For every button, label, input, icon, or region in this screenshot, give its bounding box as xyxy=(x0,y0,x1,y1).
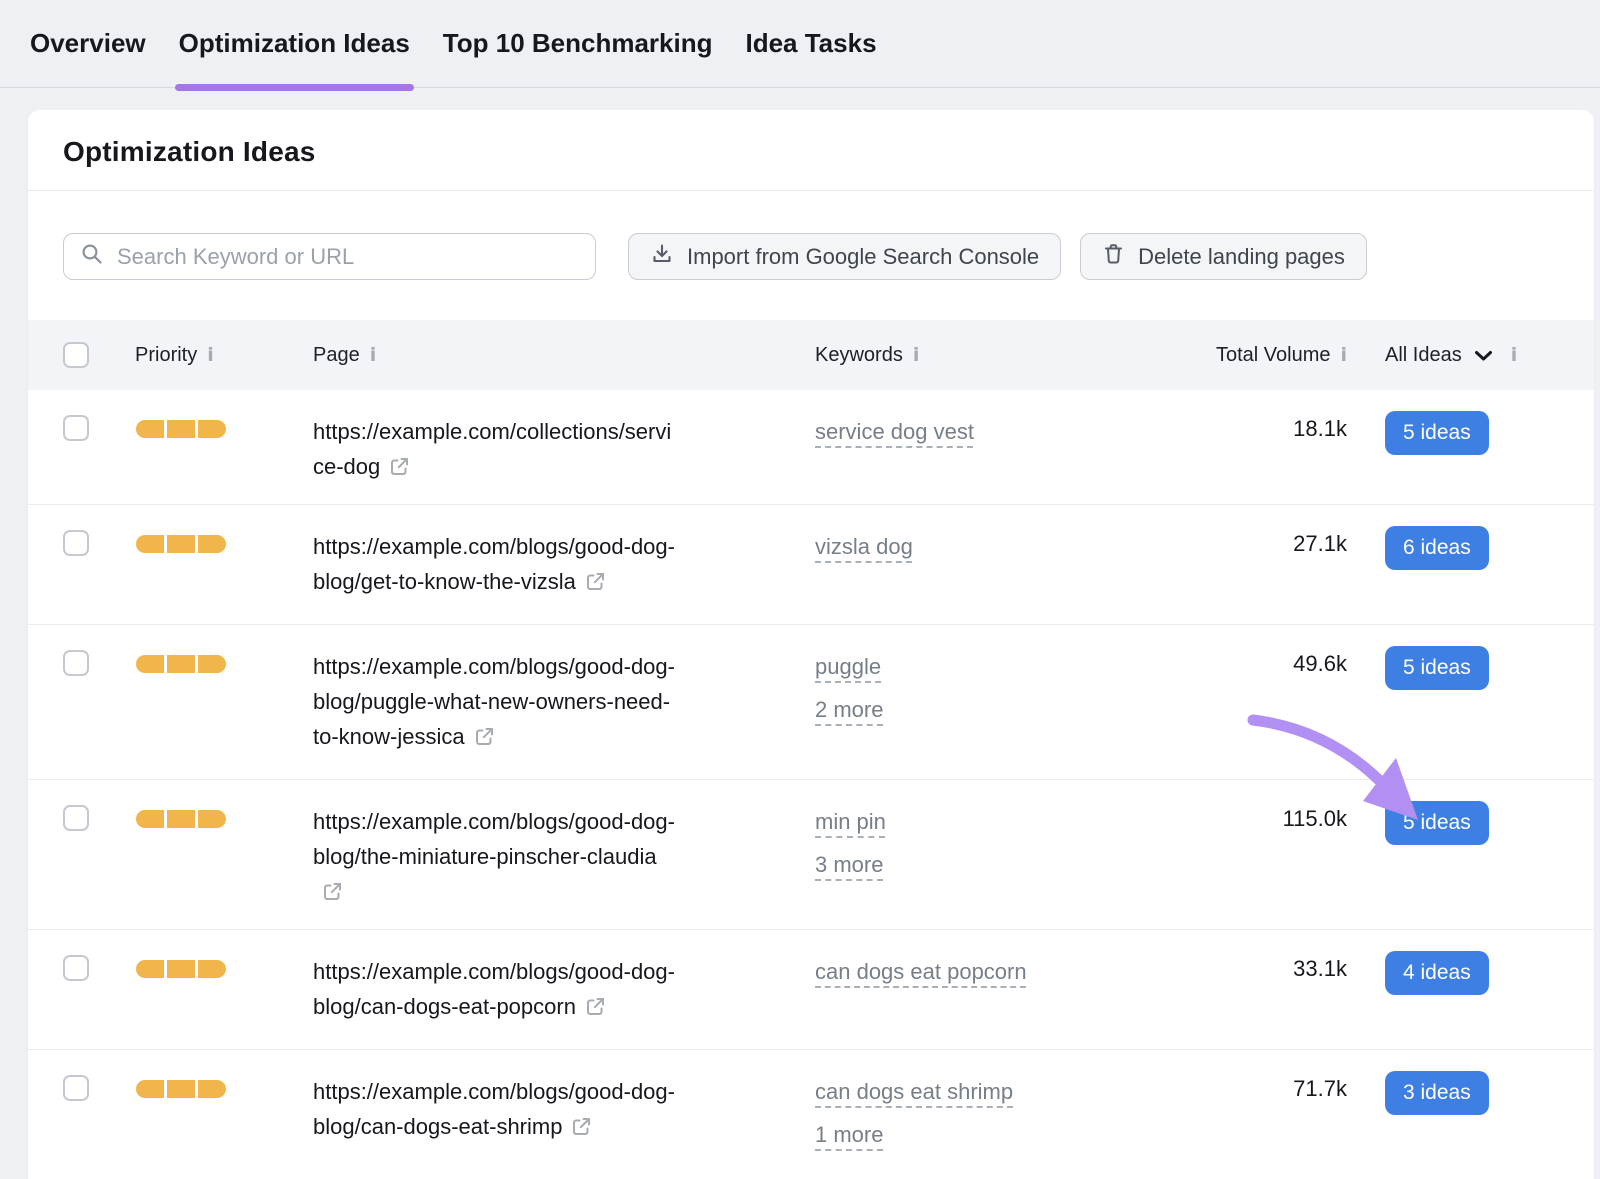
info-icon[interactable]: i xyxy=(207,346,214,365)
external-link-icon[interactable] xyxy=(322,877,343,912)
external-link-icon[interactable] xyxy=(585,992,606,1027)
ideas-button[interactable]: 5 ideas xyxy=(1385,646,1489,690)
ideas-filter-dropdown[interactable]: All Ideas xyxy=(1385,344,1462,367)
delete-button-label: Delete landing pages xyxy=(1138,244,1345,270)
row-checkbox[interactable] xyxy=(63,650,89,676)
tab-overview[interactable]: Overview xyxy=(30,0,146,87)
priority-bar xyxy=(136,960,226,978)
total-volume: 71.7k xyxy=(1183,1050,1347,1179)
row-checkbox[interactable] xyxy=(63,415,89,441)
ideas-button[interactable]: 4 ideas xyxy=(1385,951,1489,995)
more-keywords-link[interactable]: 2 more xyxy=(815,692,883,727)
priority-bar xyxy=(136,1080,226,1098)
more-keywords-link[interactable]: 3 more xyxy=(815,847,883,882)
ideas-button[interactable]: 6 ideas xyxy=(1385,526,1489,570)
external-link-icon[interactable] xyxy=(474,722,495,757)
search-input[interactable] xyxy=(117,244,579,270)
total-volume: 27.1k xyxy=(1183,505,1347,624)
tab-bar: Overview Optimization Ideas Top 10 Bench… xyxy=(0,0,1600,88)
optimization-ideas-card: Optimization Ideas Import from Google Se… xyxy=(28,110,1594,1179)
page-title: Optimization Ideas xyxy=(63,136,1559,168)
keyword-link[interactable]: min pin xyxy=(815,804,886,839)
keyword-link[interactable]: vizsla dog xyxy=(815,529,913,564)
ideas-button[interactable]: 5 ideas xyxy=(1385,411,1489,455)
info-icon[interactable]: i xyxy=(1511,346,1518,365)
page-column-label: Page xyxy=(313,344,360,367)
total-volume: 33.1k xyxy=(1183,930,1347,1049)
tab-optimization-ideas[interactable]: Optimization Ideas xyxy=(179,0,410,87)
more-keywords-link[interactable]: 1 more xyxy=(815,1117,883,1152)
keyword-link[interactable]: service dog vest xyxy=(815,414,974,449)
page-url: https://example.com/collections/service-… xyxy=(313,419,671,479)
page-url: https://example.com/blogs/good-dog-blog/… xyxy=(313,959,675,1019)
page-url: https://example.com/blogs/good-dog-blog/… xyxy=(313,534,675,594)
row-checkbox[interactable] xyxy=(63,955,89,981)
ideas-button[interactable]: 5 ideas xyxy=(1385,801,1489,845)
table-row: https://example.com/collections/service-… xyxy=(28,390,1594,505)
table-row: https://example.com/blogs/good-dog-blog/… xyxy=(28,1050,1594,1179)
select-all-checkbox[interactable] xyxy=(63,342,89,368)
table-row: https://example.com/blogs/good-dog-blog/… xyxy=(28,930,1594,1050)
priority-column-label: Priority xyxy=(135,344,197,367)
info-icon[interactable]: i xyxy=(913,346,920,365)
row-checkbox[interactable] xyxy=(63,530,89,556)
toolbar: Import from Google Search Console Delete… xyxy=(28,191,1594,320)
page-url: https://example.com/blogs/good-dog-blog/… xyxy=(313,809,675,869)
search-icon xyxy=(80,242,104,271)
tab-idea-tasks[interactable]: Idea Tasks xyxy=(745,0,876,87)
external-link-icon[interactable] xyxy=(571,1112,592,1147)
priority-bar xyxy=(136,535,226,553)
priority-bar xyxy=(136,420,226,438)
import-button-label: Import from Google Search Console xyxy=(687,244,1039,270)
table-row: https://example.com/blogs/good-dog-blog/… xyxy=(28,780,1594,930)
tab-top-10-benchmarking[interactable]: Top 10 Benchmarking xyxy=(443,0,713,87)
total-volume-column-label: Total Volume xyxy=(1216,344,1331,367)
table-row: https://example.com/blogs/good-dog-blog/… xyxy=(28,625,1594,780)
import-gsc-button[interactable]: Import from Google Search Console xyxy=(628,233,1061,280)
keyword-link[interactable]: puggle xyxy=(815,649,881,684)
keyword-link[interactable]: can dogs eat popcorn xyxy=(815,954,1027,989)
download-icon xyxy=(650,242,674,272)
keyword-link[interactable]: can dogs eat shrimp xyxy=(815,1074,1013,1109)
external-link-icon[interactable] xyxy=(389,452,410,487)
chevron-down-icon[interactable] xyxy=(1474,345,1493,368)
table-header: Priority i Page i Keywords i Total Volum… xyxy=(28,320,1594,390)
external-link-icon[interactable] xyxy=(585,567,606,602)
keywords-column-label: Keywords xyxy=(815,344,903,367)
trash-icon xyxy=(1102,242,1125,272)
priority-bar xyxy=(136,810,226,828)
table-row: https://example.com/blogs/good-dog-blog/… xyxy=(28,505,1594,625)
card-header: Optimization Ideas xyxy=(28,110,1594,191)
ideas-button[interactable]: 3 ideas xyxy=(1385,1071,1489,1115)
total-volume: 49.6k xyxy=(1183,625,1347,779)
table-body: https://example.com/collections/service-… xyxy=(28,390,1594,1179)
delete-landing-pages-button[interactable]: Delete landing pages xyxy=(1080,233,1367,280)
row-checkbox[interactable] xyxy=(63,1075,89,1101)
page-url: https://example.com/blogs/good-dog-blog/… xyxy=(313,1079,675,1139)
total-volume: 18.1k xyxy=(1183,390,1347,504)
info-icon[interactable]: i xyxy=(370,346,377,365)
priority-bar xyxy=(136,655,226,673)
total-volume: 115.0k xyxy=(1183,780,1347,929)
search-box xyxy=(63,233,596,280)
row-checkbox[interactable] xyxy=(63,805,89,831)
